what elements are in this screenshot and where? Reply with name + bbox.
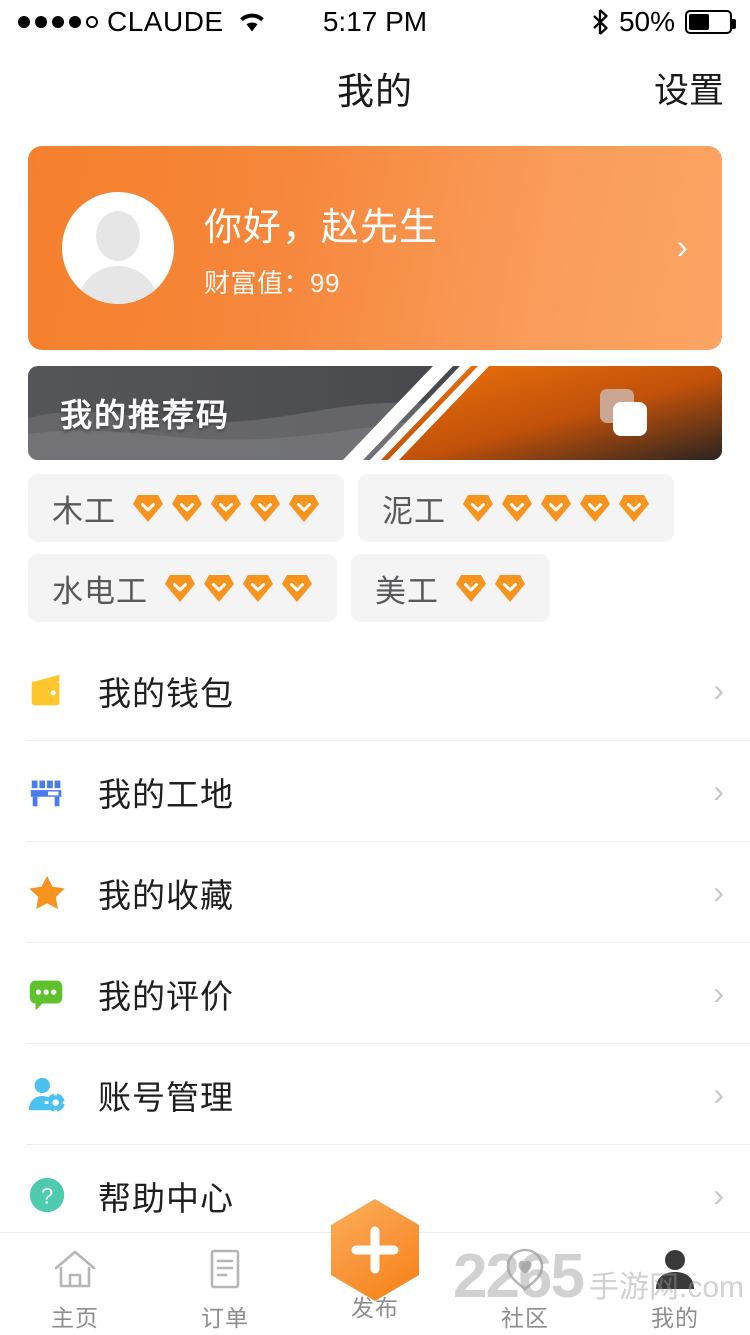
tab-label: 订单 xyxy=(201,1305,249,1331)
gem-icon xyxy=(164,573,196,604)
gem-icon xyxy=(242,573,274,604)
skill-tag-label: 水电工 xyxy=(52,573,148,609)
menu-row-我的评价[interactable]: 我的评价 › xyxy=(0,943,750,1044)
tab-label: 社区 xyxy=(501,1305,549,1331)
chevron-right-icon: › xyxy=(713,975,724,1011)
menu-list: 我的钱包 › 我的工地 › 我的收藏 › 我的评价 › 账号管理 ›? 帮助中心 › xyxy=(0,640,750,1246)
gem-icon xyxy=(203,573,235,604)
tab-订单[interactable]: 订单 xyxy=(150,1233,300,1335)
skill-tag-label: 木工 xyxy=(52,493,116,529)
gem-icon xyxy=(462,493,494,524)
menu-row-label: 我的收藏 xyxy=(98,876,234,914)
skill-level-gems xyxy=(164,573,313,604)
wallet-icon xyxy=(26,669,70,713)
gem-icon xyxy=(540,493,572,524)
profile-card[interactable]: 你好，赵先生 财富值：99 › xyxy=(28,146,722,350)
wealth-value: 财富值：99 xyxy=(204,268,340,298)
chevron-right-icon: › xyxy=(676,228,688,267)
svg-text:?: ? xyxy=(41,1183,53,1208)
skill-tag-泥工[interactable]: 泥工 xyxy=(358,474,674,542)
gem-icon xyxy=(171,493,203,524)
skill-tag-label: 美工 xyxy=(375,573,439,609)
skill-tag-木工[interactable]: 木工 xyxy=(28,474,344,542)
user-settings-icon xyxy=(26,1073,70,1117)
navigation-bar: 我的 设置 xyxy=(0,44,750,132)
help-question-icon: ? xyxy=(26,1174,70,1218)
star-icon xyxy=(26,871,70,915)
person-icon xyxy=(652,1246,698,1292)
bluetooth-icon xyxy=(591,9,609,35)
tab-我的[interactable]: 我的 xyxy=(600,1233,750,1335)
status-bar-right: 50% xyxy=(591,6,736,38)
tab-bar: 主页 订单 发布 社区 我的 xyxy=(0,1199,750,1335)
tab-label: 主页 xyxy=(51,1305,99,1331)
wifi-icon xyxy=(237,11,267,33)
gem-icon xyxy=(132,493,164,524)
menu-row-我的钱包[interactable]: 我的钱包 › xyxy=(0,640,750,741)
gem-icon xyxy=(579,493,611,524)
document-icon xyxy=(202,1246,248,1292)
tab-发布[interactable]: 发布 xyxy=(300,1199,450,1335)
gem-icon xyxy=(249,493,281,524)
plus-hexagon-icon[interactable] xyxy=(327,1197,423,1303)
speech-bubble-icon xyxy=(26,972,70,1016)
signal-strength-icon xyxy=(18,16,98,28)
gem-icon xyxy=(494,573,526,604)
settings-button[interactable]: 设置 xyxy=(654,63,724,114)
gem-icon xyxy=(210,493,242,524)
tab-主页[interactable]: 主页 xyxy=(0,1233,150,1335)
chevron-right-icon: › xyxy=(713,773,724,809)
construction-barrier-icon xyxy=(26,770,70,814)
skill-tag-label: 泥工 xyxy=(382,493,446,529)
menu-row-label: 我的评价 xyxy=(98,977,234,1015)
tab-label: 发布 xyxy=(351,1295,399,1321)
chevron-right-icon: › xyxy=(713,1177,724,1213)
referral-code-label: 我的推荐码 xyxy=(60,397,231,433)
skill-level-gems xyxy=(455,573,526,604)
menu-row-label: 我的工地 xyxy=(98,775,234,813)
gem-icon xyxy=(455,573,487,604)
menu-row-我的收藏[interactable]: 我的收藏 › xyxy=(0,842,750,943)
gem-icon xyxy=(618,493,650,524)
menu-row-label: 账号管理 xyxy=(98,1078,234,1116)
skill-tag-list: 木工 泥工水电工 美工 xyxy=(28,474,722,622)
gem-icon xyxy=(501,493,533,524)
referral-code-banner[interactable]: 我的推荐码 xyxy=(28,366,722,460)
copy-icon[interactable] xyxy=(600,389,648,437)
profile-text-block: 你好，赵先生 财富值：99 xyxy=(204,196,438,300)
menu-row-账号管理[interactable]: 账号管理 › xyxy=(0,1044,750,1145)
gem-icon xyxy=(288,493,320,524)
avatar xyxy=(62,192,174,304)
skill-tag-水电工[interactable]: 水电工 xyxy=(28,554,337,622)
menu-row-label: 帮助中心 xyxy=(98,1179,234,1217)
menu-row-label: 我的钱包 xyxy=(98,674,234,712)
gem-icon xyxy=(281,573,313,604)
chevron-right-icon: › xyxy=(713,672,724,708)
skill-level-gems xyxy=(462,493,650,524)
tab-label: 我的 xyxy=(651,1305,699,1331)
page-title: 我的 xyxy=(337,71,413,112)
skill-level-gems xyxy=(132,493,320,524)
skill-tag-美工[interactable]: 美工 xyxy=(351,554,550,622)
home-icon xyxy=(52,1246,98,1292)
menu-row-我的工地[interactable]: 我的工地 › xyxy=(0,741,750,842)
chevron-right-icon: › xyxy=(713,874,724,910)
chevron-right-icon: › xyxy=(713,1076,724,1112)
status-bar: CLAUDE 5:17 PM 50% xyxy=(0,0,750,44)
status-bar-left: CLAUDE xyxy=(18,6,267,38)
carrier-name: CLAUDE xyxy=(107,6,224,37)
battery-percent: 50% xyxy=(618,6,675,37)
pin-heart-icon xyxy=(502,1246,548,1292)
battery-icon xyxy=(685,10,736,34)
tab-社区[interactable]: 社区 xyxy=(450,1233,600,1335)
greeting-text: 你好，赵先生 xyxy=(204,207,439,249)
